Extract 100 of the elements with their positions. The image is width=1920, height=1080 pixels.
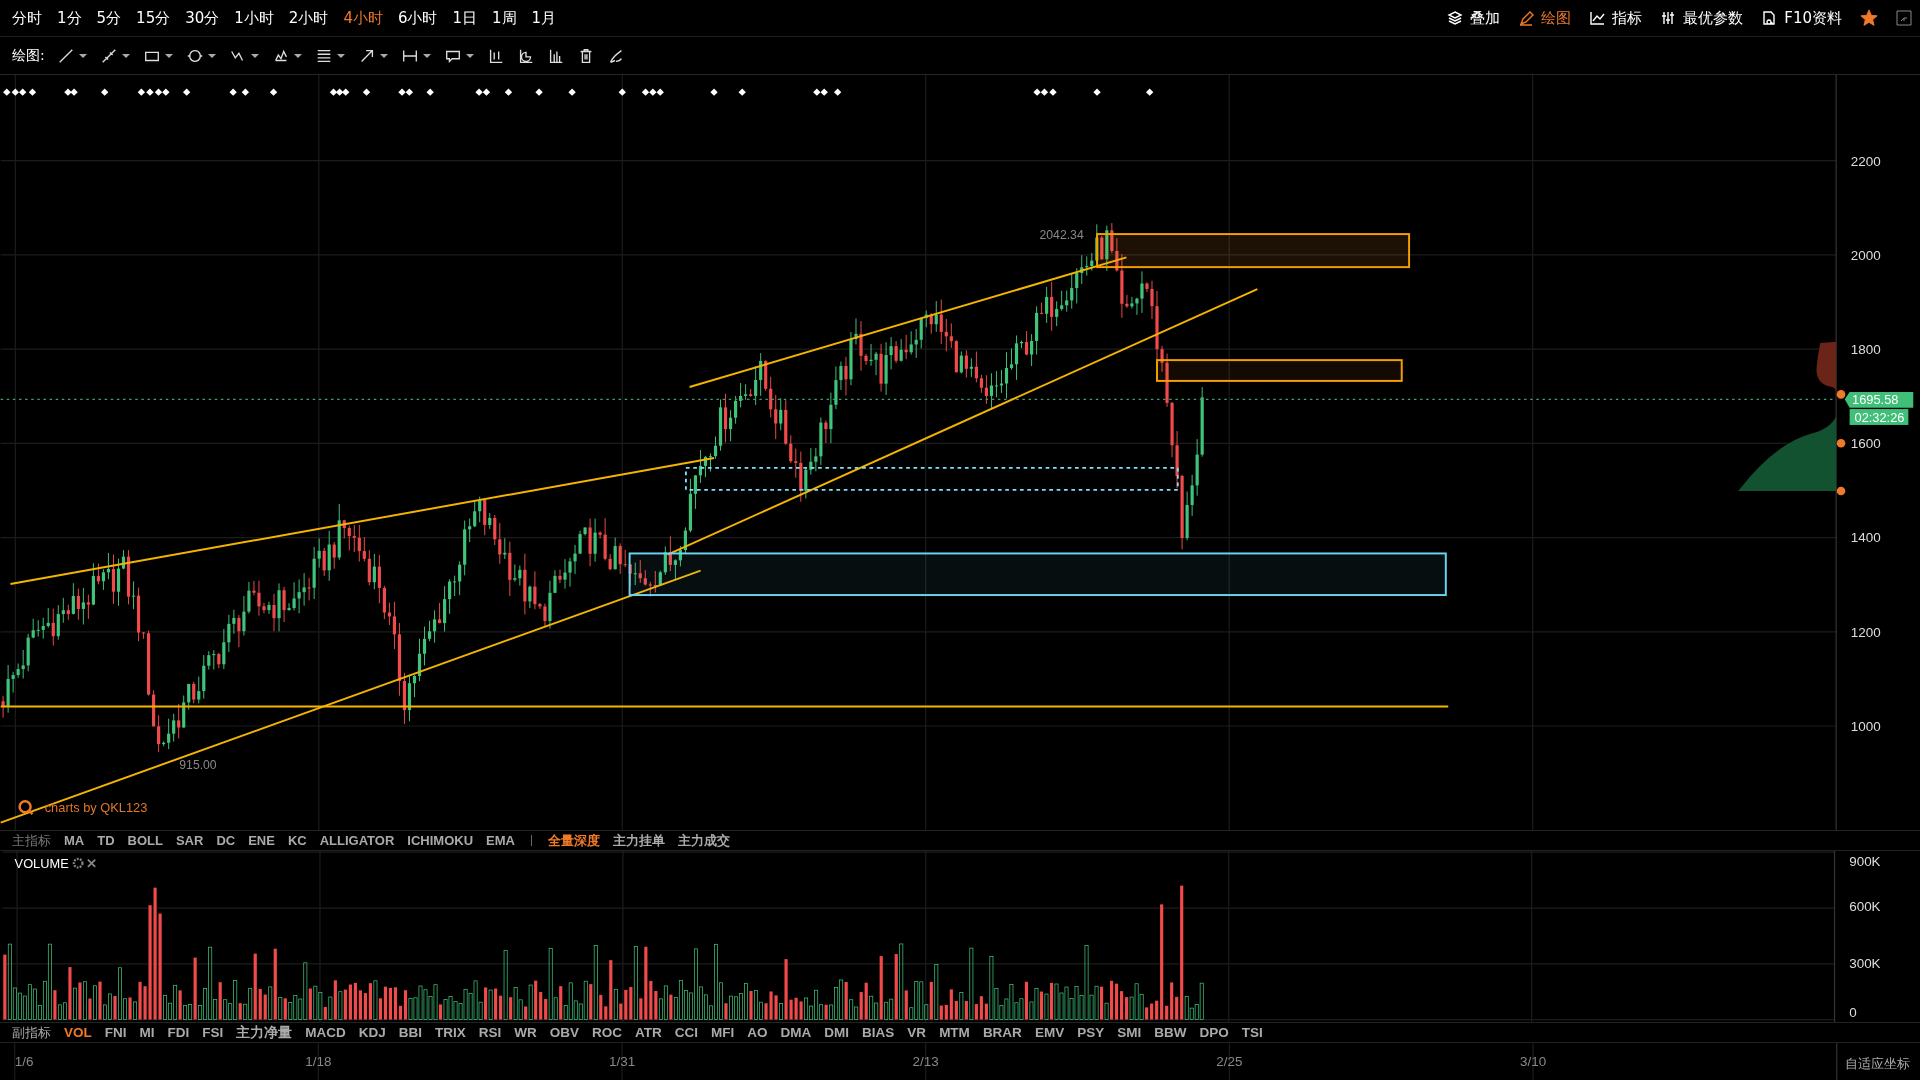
indicator-tab[interactable]: SMI [1117, 1025, 1142, 1040]
axis-mode-button[interactable]: 自适应坐标 [1845, 1055, 1911, 1071]
toolbar-button[interactable]: 绘图 [1518, 8, 1572, 28]
timeframe-tab[interactable]: 15分 [130, 6, 177, 30]
support-zone[interactable] [628, 552, 1447, 597]
indicator-tab[interactable]: MTM [939, 1025, 970, 1040]
close-icon[interactable] [87, 858, 97, 868]
date-axis-label: 1/18 [305, 1054, 332, 1070]
indicator-tab[interactable]: ATR [635, 1025, 662, 1040]
resistance-zone[interactable] [1096, 233, 1411, 269]
current-price-tag: 1695.58 [1844, 391, 1914, 408]
indicator-tab[interactable]: BOLL [127, 833, 163, 848]
depth-point [1836, 439, 1846, 448]
indicator-tab[interactable]: RSI [478, 1025, 502, 1040]
chart-icon [1589, 10, 1606, 26]
indicator-tab[interactable]: FNI [104, 1025, 127, 1040]
price-axis-label: 1000 [1850, 718, 1881, 734]
date-axis-label: 2/25 [1216, 1054, 1243, 1070]
indicator-tab[interactable]: DMI [824, 1025, 850, 1040]
volume-axis-label: 0 [1849, 1005, 1857, 1021]
timeframe-tab[interactable]: 1月 [525, 6, 563, 30]
volume-axis-label: 900K [1849, 853, 1881, 869]
indicator-tab[interactable]: DC [216, 833, 236, 848]
price-axis-label: 1400 [1850, 530, 1881, 546]
indicator-tab[interactable]: MFI [711, 1025, 735, 1040]
indicator-tab[interactable]: CCI [674, 1025, 699, 1040]
credit-text: charts by QKL123 [44, 799, 148, 815]
indicator-tab[interactable]: DPO [1199, 1025, 1229, 1040]
indicator-tab[interactable]: TRIX [435, 1025, 466, 1040]
horizontal-line[interactable] [0, 705, 1450, 708]
timeframe-tab[interactable]: 6小时 [391, 6, 444, 30]
indicator-tab[interactable]: KDJ [358, 1025, 386, 1040]
indicator-tab[interactable]: WR [514, 1025, 537, 1040]
indicator-tab[interactable]: MA [64, 833, 85, 848]
trend-line[interactable] [0, 569, 702, 824]
fullscreen-icon[interactable] [1896, 10, 1912, 26]
indicator-tab[interactable]: ALLIGATOR [319, 833, 395, 848]
indicator-tab[interactable]: ENE [248, 833, 275, 848]
sliders-icon [1660, 10, 1677, 26]
trend-line[interactable] [688, 256, 1128, 388]
indicator-tab[interactable]: ICHIMOKU [407, 833, 474, 848]
indicator-tab[interactable]: PSY [1077, 1025, 1105, 1040]
volume-axis-label: 600K [1849, 899, 1881, 915]
logo-icon [18, 800, 34, 815]
timeframe-tab[interactable]: 1日 [446, 6, 483, 30]
indicator-tab[interactable]: EMV [1034, 1025, 1065, 1040]
indicator-tab[interactable]: 全量深度 [547, 831, 600, 850]
indicator-tab[interactable]: VOL [64, 1025, 92, 1040]
trend-line[interactable] [666, 288, 1259, 556]
price-axis-label: 1800 [1850, 342, 1881, 357]
indicator-tab[interactable]: KC [287, 833, 307, 848]
indicator-tab[interactable]: EMA [486, 833, 515, 848]
timeframe-tab[interactable]: 1小时 [228, 6, 280, 30]
dashed-zone[interactable] [685, 466, 1179, 491]
indicator-tab[interactable]: SAR [175, 833, 204, 848]
date-axis-label: 3/10 [1519, 1054, 1547, 1070]
indicator-tab[interactable]: MI [139, 1025, 155, 1040]
indicator-tab[interactable]: MACD [305, 1025, 346, 1040]
indicator-tab[interactable]: BBI [398, 1025, 423, 1040]
indicator-tab[interactable]: 主力净量 [236, 1023, 293, 1042]
settings-icon[interactable] [72, 857, 84, 869]
indicator-tab[interactable]: FDI [167, 1025, 190, 1040]
indicator-tab[interactable]: FSI [202, 1025, 224, 1040]
indicator-tab[interactable]: BIAS [862, 1025, 895, 1040]
layers-icon [1447, 10, 1464, 26]
trend-line[interactable] [9, 457, 715, 585]
indicator-tab[interactable]: 主力挂单 [612, 831, 665, 850]
timeframe-tab[interactable]: 5分 [90, 6, 128, 30]
resistance-zone[interactable] [1156, 359, 1403, 382]
timeframe-tab[interactable]: 4小时 [337, 6, 389, 30]
timeframe-tab[interactable]: 30分 [179, 6, 226, 30]
indicator-row-label: 副指标 [12, 1023, 51, 1042]
indicator-tab[interactable]: VR [907, 1025, 927, 1040]
toolbar-button[interactable]: 最优参数 [1660, 8, 1744, 28]
indicator-tab[interactable]: BRAR [982, 1025, 1022, 1040]
date-axis-label: 2/13 [912, 1054, 939, 1070]
indicator-tab[interactable]: TSI [1241, 1025, 1263, 1040]
date-axis-label: 1/31 [608, 1054, 636, 1070]
indicator-tab[interactable]: OBV [549, 1025, 580, 1040]
countdown-tag: 02:32:26 [1849, 409, 1909, 425]
indicator-tab[interactable]: DMA [780, 1025, 812, 1040]
low-price-label: 915.00 [179, 757, 217, 772]
ask-depth-area [1816, 341, 1837, 390]
indicator-tab[interactable]: TD [97, 833, 115, 848]
indicator-tab[interactable]: AO [747, 1025, 768, 1040]
toolbar-button[interactable]: 叠加 [1447, 8, 1501, 28]
indicator-tab[interactable]: ROC [592, 1025, 623, 1040]
timeframe-tab[interactable]: 1分 [51, 6, 88, 30]
indicator-tab[interactable]: BBW [1154, 1025, 1187, 1040]
volume-axis-label: 300K [1849, 956, 1881, 971]
toolbar-button[interactable]: F10资料 [1761, 8, 1842, 28]
indicator-tab[interactable]: 主力成交 [677, 831, 730, 850]
volume-title: VOLUME [14, 856, 69, 872]
timeframe-tab[interactable]: 2小时 [282, 6, 335, 30]
star-icon[interactable] [1860, 9, 1878, 27]
timeframe-tab[interactable]: 分时 [6, 6, 48, 30]
price-axis-label: 2000 [1850, 247, 1881, 263]
timeframe-tab[interactable]: 1周 [486, 6, 523, 30]
toolbar-button[interactable]: 指标 [1589, 8, 1643, 28]
depth-point [1836, 390, 1846, 399]
